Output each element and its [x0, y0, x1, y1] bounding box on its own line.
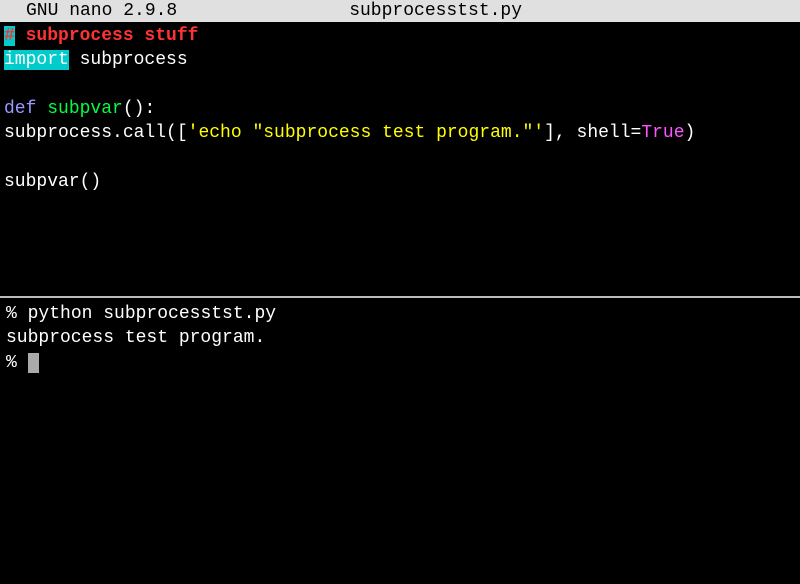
shell-prompt: %	[6, 304, 28, 324]
code-line-import: import subprocess	[4, 48, 796, 72]
code-line-call: subpvar()	[4, 170, 796, 194]
keyword-def: def	[4, 99, 36, 119]
boolean-true: True	[641, 123, 684, 143]
shell-output: subprocess test program.	[6, 326, 794, 350]
code-line-blank	[4, 145, 796, 169]
code-line-body: subprocess.call(['echo "subprocess test …	[4, 121, 796, 145]
keyword-import: import	[4, 50, 69, 70]
filename: subprocesstst.py	[77, 1, 794, 21]
shell-command: python subprocesstst.py	[28, 304, 276, 324]
comment-text: subprocess stuff	[15, 26, 199, 46]
module-name: subprocess	[69, 50, 188, 70]
string-literal: 'echo "subprocess test program."'	[188, 123, 544, 143]
shell-terminal-pane[interactable]: % python subprocesstst.py subprocess tes…	[0, 298, 800, 379]
function-name: subpvar	[47, 99, 123, 119]
comment-marker: #	[4, 26, 15, 46]
shell-prompt: %	[6, 353, 28, 373]
code-line-comment: # subprocess stuff	[4, 24, 796, 48]
shell-line: % python subprocesstst.py	[6, 302, 794, 326]
shell-line: %	[6, 351, 794, 375]
parens: ():	[123, 99, 155, 119]
code-line-funcdef: def subpvar():	[4, 97, 796, 121]
code-line-blank	[4, 73, 796, 97]
nano-header-bar: GNU nano 2.9.8 subprocesstst.py	[0, 0, 800, 22]
nano-editor-pane[interactable]: # subprocess stuff import subprocess def…	[0, 22, 800, 196]
cursor-icon	[28, 353, 39, 373]
